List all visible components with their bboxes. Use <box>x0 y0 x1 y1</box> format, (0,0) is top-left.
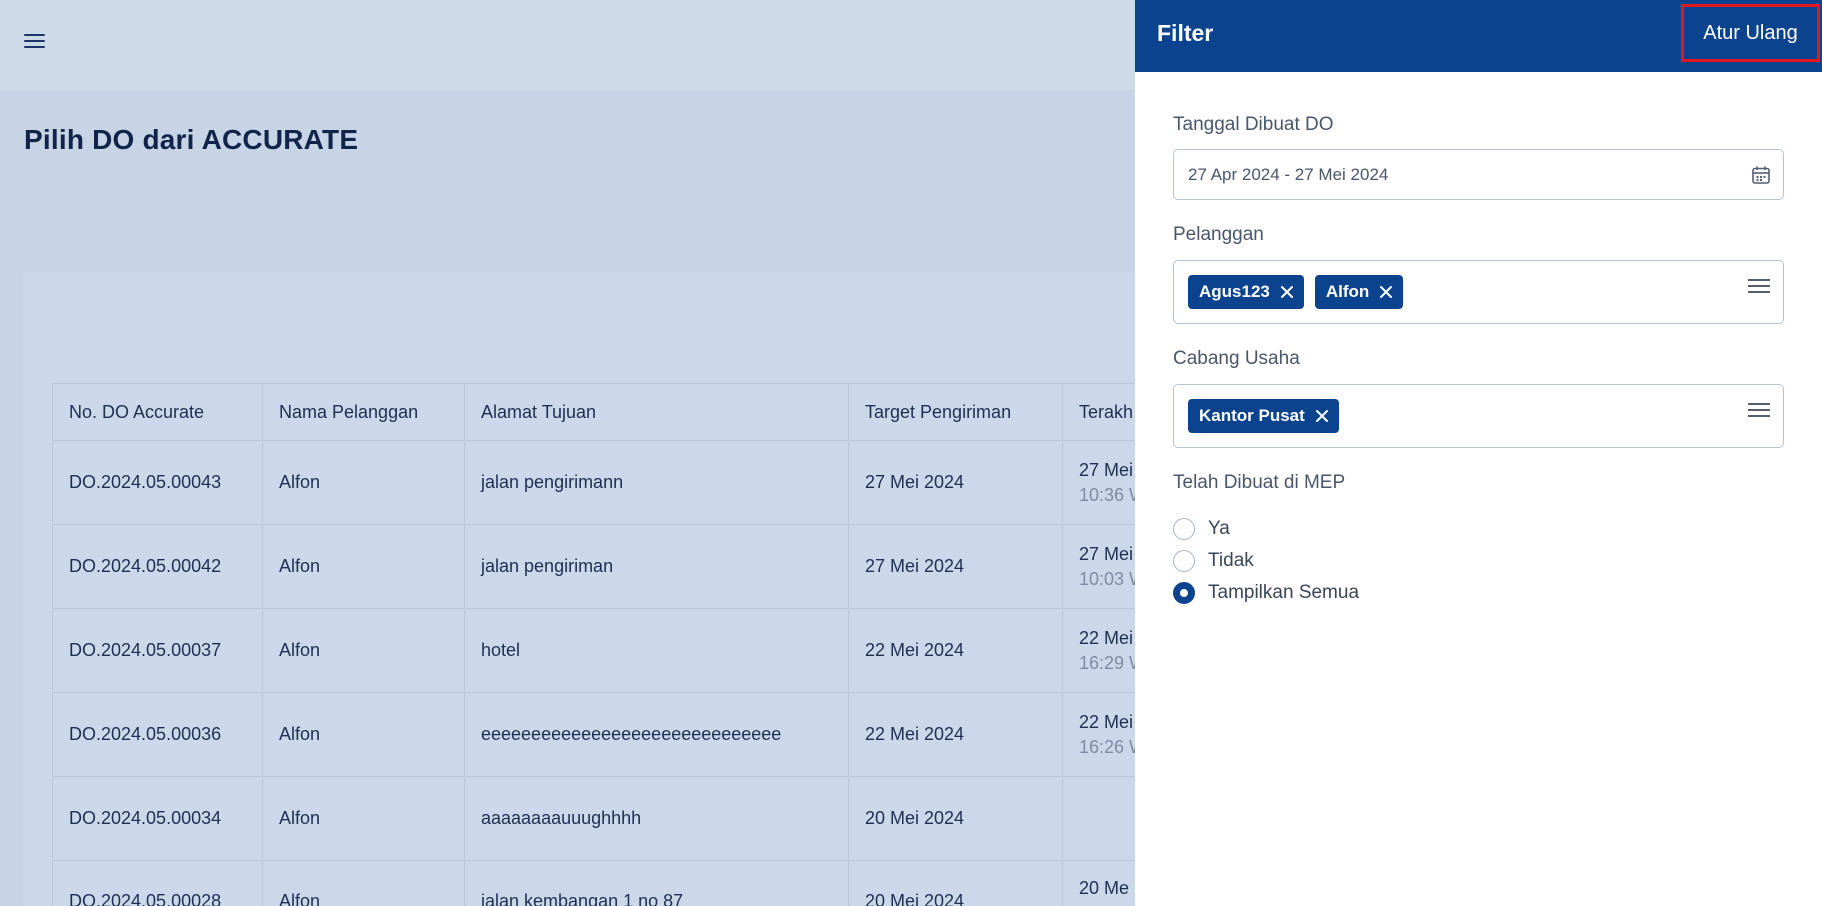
cell-target: 27 Mei 2024 <box>849 525 1063 608</box>
chip-cabang: Kantor Pusat <box>1188 399 1339 433</box>
cell-no-do: DO.2024.05.00042 <box>53 525 263 608</box>
cell-alamat: jalan kembangan 1 no 87 <box>465 861 849 906</box>
chip-label: Alfon <box>1325 282 1370 301</box>
date-range-input[interactable] <box>1173 149 1784 200</box>
cell-alamat: eeeeeeeeeeeeeeeeeeeeeeeeeeeeee <box>465 693 849 776</box>
table-row[interactable]: DO.2024.05.00028 Alfon jalan kembangan 1… <box>53 861 1153 906</box>
hamburger-menu-icon[interactable] <box>22 30 48 52</box>
do-table: No. DO Accurate Nama Pelanggan Alamat Tu… <box>52 383 1153 906</box>
cell-alamat: hotel <box>465 609 849 692</box>
radio-button[interactable] <box>1173 582 1195 604</box>
cell-alamat: jalan pengirimann <box>465 441 849 524</box>
radio-option-tidak[interactable]: Tidak <box>1173 550 1254 572</box>
close-icon[interactable] <box>1315 409 1329 423</box>
cell-pelanggan: Alfon <box>263 777 465 860</box>
cell-no-do: DO.2024.05.00036 <box>53 693 263 776</box>
radio-option-ya[interactable]: Ya <box>1173 518 1230 540</box>
date-label: Tanggal Dibuat DO <box>1173 114 1334 135</box>
radio-option-tampilkan-semua[interactable]: Tampilkan Semua <box>1173 582 1359 604</box>
cell-pelanggan: Alfon <box>263 693 465 776</box>
radio-label: Ya <box>1208 518 1230 539</box>
close-icon[interactable] <box>1280 285 1294 299</box>
page: Pilih DO dari ACCURATE No. DO Accurate N… <box>0 0 1822 906</box>
cell-target: 20 Mei 2024 <box>849 861 1063 906</box>
cell-no-do: DO.2024.05.00034 <box>53 777 263 860</box>
cell-terakhir-date: 20 Me <box>1079 878 1130 898</box>
cell-target: 22 Mei 2024 <box>849 609 1063 692</box>
list-icon[interactable] <box>1748 401 1770 419</box>
cell-target: 20 Mei 2024 <box>849 777 1063 860</box>
cell-no-do: DO.2024.05.00037 <box>53 609 263 692</box>
chip-label: Kantor Pusat <box>1199 406 1305 425</box>
chip-pelanggan: Alfon <box>1314 275 1404 309</box>
filter-header: Filter Atur Ulang <box>1135 0 1822 72</box>
filter-drawer: Filter Atur Ulang Tanggal Dibuat DO Pela… <box>1135 0 1822 906</box>
pelanggan-select[interactable]: Agus123 Alfon <box>1173 260 1784 324</box>
cabang-label: Cabang Usaha <box>1173 348 1300 369</box>
column-header-target[interactable]: Target Pengiriman <box>849 384 1063 440</box>
cell-alamat: aaaaaaaauuughhhh <box>465 777 849 860</box>
filter-title: Filter <box>1157 20 1214 46</box>
radio-button[interactable] <box>1173 518 1195 540</box>
cell-no-do: DO.2024.05.00043 <box>53 441 263 524</box>
radio-label: Tampilkan Semua <box>1208 582 1360 603</box>
list-icon[interactable] <box>1748 277 1770 295</box>
cell-alamat: jalan pengiriman <box>465 525 849 608</box>
pelanggan-label: Pelanggan <box>1173 224 1264 245</box>
column-header-alamat[interactable]: Alamat Tujuan <box>465 384 849 440</box>
cell-target: 22 Mei 2024 <box>849 693 1063 776</box>
cell-pelanggan: Alfon <box>263 525 465 608</box>
cell-pelanggan: Alfon <box>263 609 465 692</box>
column-header-no-do[interactable]: No. DO Accurate <box>53 384 263 440</box>
table-row[interactable]: DO.2024.05.00042 Alfon jalan pengiriman … <box>53 525 1153 609</box>
cell-target: 27 Mei 2024 <box>849 441 1063 524</box>
radio-button[interactable] <box>1173 550 1195 572</box>
close-icon[interactable] <box>1379 285 1393 299</box>
table-row[interactable]: DO.2024.05.00034 Alfon aaaaaaaauuughhhh … <box>53 777 1153 861</box>
table-header-row: No. DO Accurate Nama Pelanggan Alamat Tu… <box>53 384 1153 441</box>
table-row[interactable]: DO.2024.05.00037 Alfon hotel 22 Mei 2024… <box>53 609 1153 693</box>
cell-pelanggan: Alfon <box>263 861 465 906</box>
calendar-icon[interactable] <box>1751 165 1771 185</box>
column-header-pelanggan[interactable]: Nama Pelanggan <box>263 384 465 440</box>
table-row[interactable]: DO.2024.05.00043 Alfon jalan pengirimann… <box>53 441 1153 525</box>
reset-filter-button[interactable]: Atur Ulang <box>1681 4 1820 62</box>
cabang-select[interactable]: Kantor Pusat <box>1173 384 1784 448</box>
page-title: Pilih DO dari ACCURATE <box>24 124 359 155</box>
cell-pelanggan: Alfon <box>263 441 465 524</box>
radio-label: Tidak <box>1208 550 1254 571</box>
chip-pelanggan: Agus123 <box>1188 275 1304 309</box>
cell-no-do: DO.2024.05.00028 <box>53 861 263 906</box>
table-row[interactable]: DO.2024.05.00036 Alfon eeeeeeeeeeeeeeeee… <box>53 693 1153 777</box>
chip-label: Agus123 <box>1199 282 1270 301</box>
mep-label: Telah Dibuat di MEP <box>1173 472 1346 493</box>
